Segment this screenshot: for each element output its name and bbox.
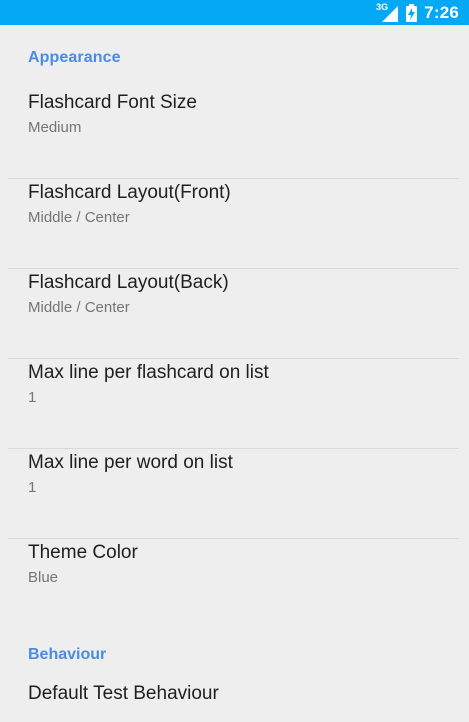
pref-summary: 1 bbox=[28, 479, 37, 496]
status-bar: 3G 7:26 bbox=[0, 0, 469, 25]
status-icons: 3G 7:26 bbox=[376, 0, 459, 25]
pref-title: Default Test Behaviour bbox=[28, 683, 219, 704]
pref-title: Max line per word on list bbox=[28, 452, 233, 473]
category-header-appearance: Appearance bbox=[28, 49, 121, 66]
pref-flashcard-font-size[interactable]: Flashcard Font Size Medium bbox=[0, 89, 469, 178]
pref-summary: 1 bbox=[28, 389, 37, 406]
pref-summary: Medium bbox=[28, 119, 82, 136]
status-clock: 7:26 bbox=[424, 2, 459, 22]
pref-summary: Middle / Center bbox=[28, 209, 130, 226]
pref-title: Theme Color bbox=[28, 542, 138, 563]
pref-max-line-per-word[interactable]: Max line per word on list 1 bbox=[0, 449, 469, 538]
category-header-behaviour: Behaviour bbox=[28, 646, 107, 663]
settings-list: Appearance Flashcard Font Size Medium Fl… bbox=[0, 25, 469, 722]
pref-flashcard-layout-back[interactable]: Flashcard Layout(Back) Middle / Center bbox=[0, 269, 469, 358]
pref-title: Flashcard Layout(Front) bbox=[28, 182, 231, 203]
signal-strength-icon bbox=[382, 5, 399, 22]
pref-title: Flashcard Layout(Back) bbox=[28, 272, 229, 293]
pref-title: Max line per flashcard on list bbox=[28, 362, 269, 383]
pref-summary: Blue bbox=[28, 569, 59, 586]
pref-default-test-behaviour[interactable]: Default Test Behaviour bbox=[0, 662, 469, 722]
mobile-signal-indicator: 3G bbox=[376, 2, 399, 22]
pref-max-line-per-flashcard[interactable]: Max line per flashcard on list 1 bbox=[0, 359, 469, 448]
battery-icon bbox=[406, 3, 418, 22]
pref-summary: Middle / Center bbox=[28, 299, 130, 316]
pref-title: Flashcard Font Size bbox=[28, 92, 197, 113]
pref-flashcard-layout-front[interactable]: Flashcard Layout(Front) Middle / Center bbox=[0, 179, 469, 268]
pref-theme-color[interactable]: Theme Color Blue bbox=[0, 539, 469, 628]
